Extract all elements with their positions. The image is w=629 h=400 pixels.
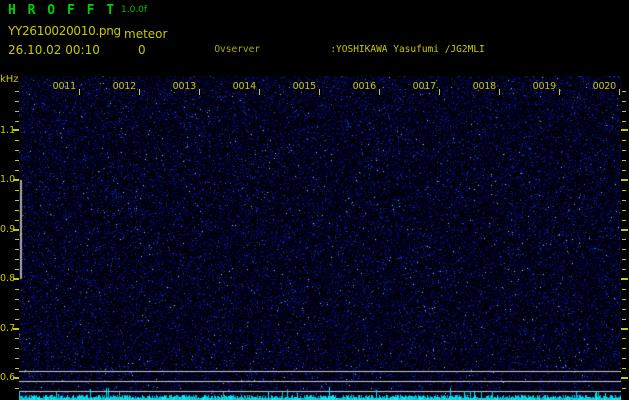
freq-tick-right [622,368,626,369]
app-version: 1.0.0f [121,5,148,15]
freq-tick-label: 1.0 [0,174,16,185]
freq-tick-left [15,210,19,211]
freq-tick-right [622,289,626,290]
freq-tick-right [622,220,626,221]
time-tick [319,89,320,95]
time-tick-label: 0015 [292,81,317,92]
info-label-observer: Ovserver [214,44,261,55]
freq-tick-right [622,121,626,122]
freq-tick-left [15,190,19,191]
freq-tick-right [622,299,626,300]
freq-tick-right [622,259,626,260]
time-tick-label: 0016 [352,81,377,92]
freq-tick-right [622,111,626,112]
freq-tick-left [15,170,19,171]
freq-tick-right [622,338,626,339]
freq-tick-right [621,278,628,280]
freq-tick-label: 0.9 [0,223,16,235]
freq-tick-right [622,91,626,92]
time-tick-label: 0020 [592,81,617,92]
freq-tick-right [622,150,626,151]
freq-tick-right [622,210,626,211]
freq-tick-label: 0.6 [0,372,16,383]
time-tick [139,89,140,95]
freq-tick-right [622,309,626,310]
freq-tick-left [15,150,19,151]
freq-axis-unit: kHz [0,74,19,85]
time-tick-label: 0014 [232,81,257,92]
freq-tick-left [15,348,19,349]
time-tick [619,89,620,95]
time-tick [559,89,560,95]
freq-tick-left [15,111,19,112]
freq-tick-left [15,358,19,359]
freq-tick-left [15,269,19,270]
info-row-observer: Ovserver :YOSHIKAWA Yasufumi /JG2MLI [180,30,599,55]
freq-tick-right [622,269,626,270]
freq-tick-left [15,239,19,240]
freq-tick-left [15,319,19,320]
freq-tick-left [15,121,19,122]
freq-tick-left [15,388,19,389]
freq-tick-left [15,220,19,221]
freq-tick-left [15,140,19,141]
freq-tick-left [15,299,19,300]
freq-tick-right [622,249,626,250]
freq-tick-left [15,200,19,201]
freq-tick-right [622,348,626,349]
freq-tick-right [622,239,626,240]
time-tick-label: 0018 [472,81,497,92]
hrofft-screen: H R O F F T 1.0.0f YY2610020010.png mete… [0,0,629,400]
freq-tick-right [622,388,626,389]
freq-tick-right [621,377,628,379]
time-tick-label: 0013 [172,81,197,92]
freq-tick-left [15,101,19,102]
freq-tick-left [15,338,19,339]
time-tick [499,89,500,95]
mode-label: meteor [124,27,168,41]
time-tick [199,89,200,95]
freq-tick-right [622,358,626,359]
spectrogram-canvas [19,76,621,400]
freq-tick-right [621,179,628,181]
time-tick [439,89,440,95]
freq-tick-right [622,170,626,171]
freq-tick-left [15,160,19,161]
freq-tick-left [15,249,19,250]
datetime-label: 26.10.02 00:10 [8,43,100,57]
time-tick-label: 0012 [112,81,137,92]
freq-tick-right [622,160,626,161]
app-title: H R O F F T [8,3,117,18]
time-tick-label: 0019 [532,81,557,92]
time-tick [79,89,80,95]
freq-tick-left [15,368,19,369]
freq-tick-right [622,190,626,191]
freq-tick-left [15,91,19,92]
time-tick-label: 0017 [412,81,437,92]
freq-tick-right [622,101,626,102]
time-tick-label: 0011 [52,81,77,92]
freq-tick-label: 1.1 [0,124,16,136]
freq-tick-left [15,289,19,290]
output-filename: YY2610020010.png [8,24,121,38]
freq-tick-left [15,309,19,310]
meteor-count: 0 [138,43,146,57]
time-tick [379,89,380,95]
freq-tick-right [621,229,628,231]
freq-tick-right [621,328,628,330]
freq-tick-label: 0.8 [0,273,16,284]
freq-tick-right [622,200,626,201]
freq-tick-left [15,259,19,260]
info-value-observer: :YOSHIKAWA Yasufumi /JG2MLI [330,44,485,55]
freq-tick-right [621,129,628,131]
freq-tick-right [622,319,626,320]
freq-tick-label: 0.7 [0,322,16,334]
freq-tick-right [622,140,626,141]
time-tick [259,89,260,95]
